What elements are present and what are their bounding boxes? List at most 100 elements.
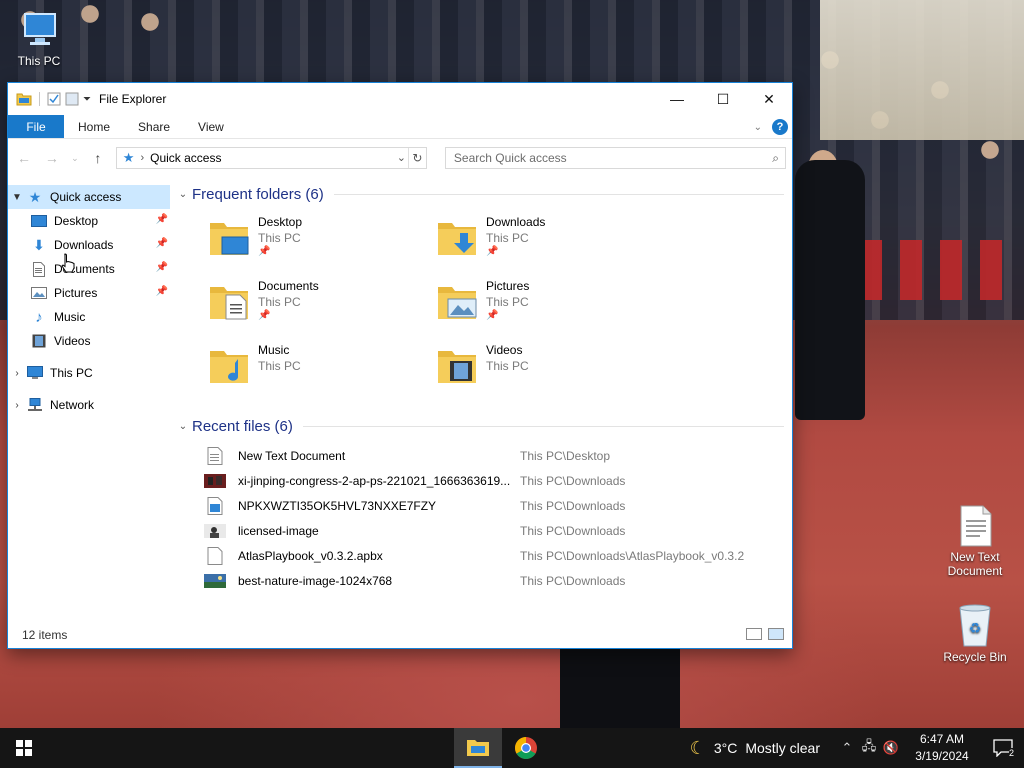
svg-text:♻: ♻ — [969, 621, 982, 637]
new-folder-icon[interactable] — [65, 92, 79, 106]
show-hidden-icons-chevron-icon[interactable]: ⌃ — [836, 740, 858, 756]
notification-count-badge: 2 — [1008, 748, 1014, 758]
folder-location: This PC — [258, 359, 301, 373]
quick-access-star-icon: ★ — [28, 188, 42, 205]
folder-tile-desktop[interactable]: Desktop This PC 📌 — [208, 211, 436, 275]
search-icon: ⌕ — [772, 151, 779, 165]
minimize-icon: — — [670, 91, 684, 107]
recent-files-header[interactable]: ⌄ Recent files (6) — [174, 415, 792, 437]
blank-file-icon — [204, 546, 226, 565]
notification-center-button[interactable]: 2 — [982, 728, 1024, 768]
close-button[interactable]: ✕ — [746, 83, 792, 115]
window-title: File Explorer — [99, 92, 167, 106]
start-button[interactable] — [0, 728, 48, 768]
forward-button[interactable]: → — [42, 150, 62, 166]
nav-item-downloads[interactable]: ⬇ Downloads 📌 — [8, 233, 170, 257]
folder-name: Downloads — [486, 215, 546, 229]
folder-tile-pictures[interactable]: Pictures This PC 📌 — [436, 275, 664, 339]
nav-network[interactable]: › Network — [8, 393, 170, 417]
weather-condition: Mostly clear — [745, 740, 820, 756]
nav-label: Downloads — [54, 238, 114, 252]
tab-home[interactable]: Home — [64, 115, 124, 138]
title-bar[interactable]: ⏷ File Explorer — ☐ ✕ — [8, 83, 792, 115]
network-icon[interactable]: 🖧 — [858, 737, 880, 759]
search-input[interactable]: Search Quick access ⌕ — [444, 147, 786, 169]
breadcrumb-chevron-icon[interactable]: › — [140, 152, 144, 164]
monitor-icon — [24, 13, 56, 45]
address-dropdown-icon[interactable]: ⌄ — [397, 151, 406, 164]
weather-widget[interactable]: ☾ 3°C Mostly clear — [690, 738, 820, 759]
recent-file-row[interactable]: NPKXWZTI35OK5HVL73NXXE7FZY This PC\Downl… — [204, 493, 792, 518]
tab-share[interactable]: Share — [124, 115, 184, 138]
folder-tile-documents[interactable]: Documents This PC 📌 — [208, 275, 436, 339]
section-title: Recent files (6) — [192, 417, 293, 435]
recent-file-row[interactable]: New Text Document This PC\Desktop — [204, 443, 792, 468]
recent-locations-button[interactable]: ⌄ — [70, 153, 80, 164]
recent-file-row[interactable]: best-nature-image-1024x768 This PC\Downl… — [204, 568, 792, 593]
tab-file[interactable]: File — [8, 115, 64, 138]
pin-icon: 📌 — [155, 262, 168, 273]
up-button[interactable]: ↑ — [88, 150, 108, 166]
recent-file-row[interactable]: xi-jinping-congress-2-ap-ps-221021_16663… — [204, 468, 792, 493]
folder-tile-videos[interactable]: Videos This PC — [436, 339, 664, 403]
nav-item-pictures[interactable]: Pictures 📌 — [8, 281, 170, 305]
file-location: This PC\Downloads — [520, 473, 626, 488]
folder-pictures-icon — [438, 287, 477, 319]
minimize-button[interactable]: — — [654, 83, 700, 115]
folder-tile-downloads[interactable]: Downloads This PC 📌 — [436, 211, 664, 275]
tab-view[interactable]: View — [184, 115, 238, 138]
collapse-chevron-icon[interactable]: ⌄ — [174, 421, 192, 432]
breadcrumb-quick-access[interactable]: Quick access — [150, 151, 221, 165]
expand-chevron-icon[interactable]: › — [8, 368, 26, 379]
customize-toolbar-icon[interactable]: ⏷ — [83, 94, 91, 105]
network-icon — [26, 397, 44, 413]
properties-icon[interactable] — [47, 92, 61, 106]
maximize-button[interactable]: ☐ — [700, 83, 746, 115]
file-explorer-window: ⏷ File Explorer — ☐ ✕ File Home Share Vi… — [7, 82, 793, 649]
nav-this-pc[interactable]: › This PC — [8, 361, 170, 385]
recycle-bin-icon: ♻ — [959, 604, 991, 647]
folder-location: This PC — [486, 231, 529, 245]
collapse-chevron-icon[interactable]: ▼ — [8, 192, 26, 203]
photo-thumbnail-icon — [204, 572, 226, 590]
taskbar-chrome[interactable] — [502, 728, 550, 768]
nav-label: Videos — [54, 334, 91, 348]
volume-muted-icon[interactable]: 🔇 — [880, 740, 902, 756]
nav-item-desktop[interactable]: Desktop 📌 — [8, 209, 170, 233]
folder-name: Documents — [258, 279, 319, 293]
item-count: 12 items — [22, 627, 68, 642]
folder-tile-music[interactable]: Music This PC — [208, 339, 436, 403]
desktop-icon-new-text-document[interactable]: New Text Document — [936, 504, 1014, 578]
clock[interactable]: 6:47 AM 3/19/2024 — [902, 731, 982, 765]
nav-item-documents[interactable]: Documents 📌 — [8, 257, 170, 281]
desktop-icon-recycle-bin[interactable]: ♻ Recycle Bin — [936, 602, 1014, 664]
recent-file-row[interactable]: AtlasPlaybook_v0.3.2.apbx This PC\Downlo… — [204, 543, 792, 568]
refresh-button[interactable]: ↻ — [407, 148, 426, 168]
windows-logo-icon — [16, 740, 32, 756]
recent-files-list: New Text Document This PC\Desktop xi-jin… — [204, 443, 792, 593]
quick-access-toolbar: ⏷ — [8, 92, 91, 106]
wallpaper-ceiling — [820, 0, 1024, 140]
help-icon[interactable]: ? — [772, 119, 788, 135]
quick-access-star-icon: ★ — [122, 150, 135, 165]
expand-ribbon-icon[interactable]: ⌄ — [754, 122, 762, 133]
desktop-icon-this-pc[interactable]: This PC — [0, 8, 78, 68]
back-button[interactable]: ← — [14, 150, 34, 166]
taskbar-file-explorer[interactable] — [454, 728, 502, 768]
expand-chevron-icon[interactable]: › — [8, 400, 26, 411]
clock-time: 6:47 AM — [919, 732, 965, 746]
nav-item-music[interactable]: ♪ Music — [8, 305, 170, 329]
collapse-chevron-icon[interactable]: ⌄ — [174, 189, 192, 200]
nav-quick-access[interactable]: ▼ ★ Quick access — [8, 185, 170, 209]
folder-name: Desktop — [258, 215, 303, 229]
explorer-folder-icon[interactable] — [16, 92, 32, 106]
recent-file-row[interactable]: licensed-image This PC\Downloads — [204, 518, 792, 543]
large-icons-view-button[interactable] — [768, 628, 784, 640]
file-location: This PC\Downloads — [520, 498, 626, 513]
music-note-icon: ♪ — [35, 308, 43, 326]
frequent-folders-header[interactable]: ⌄ Frequent folders (6) — [174, 183, 792, 205]
nav-item-videos[interactable]: Videos — [8, 329, 170, 353]
hand-cursor-icon — [61, 253, 75, 273]
address-bar[interactable]: ★ › Quick access ⌄ ↻ — [115, 147, 427, 169]
details-view-button[interactable] — [746, 628, 762, 640]
